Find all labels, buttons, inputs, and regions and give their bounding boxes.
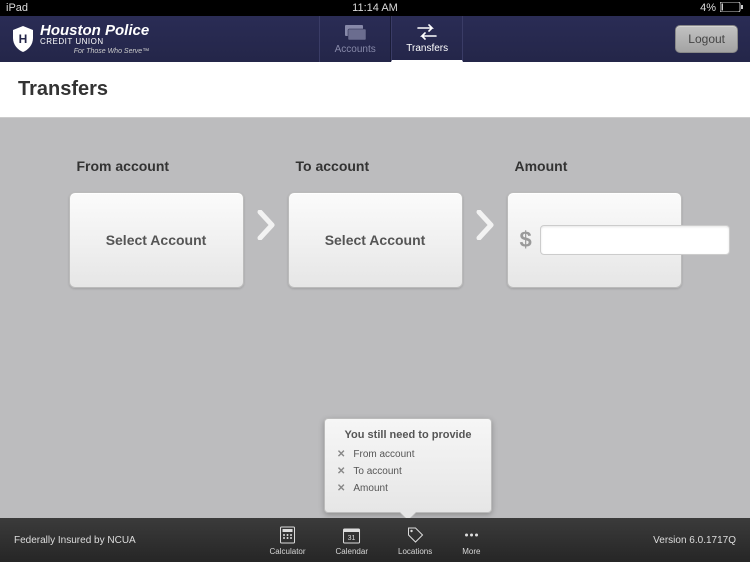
footer-more[interactable]: More <box>462 525 480 556</box>
svg-text:H: H <box>19 32 28 46</box>
brand-name: Houston Police <box>40 23 149 38</box>
more-icon <box>462 525 480 545</box>
chevron-right-icon <box>244 210 288 240</box>
footer-calculator[interactable]: Calculator <box>270 525 306 556</box>
amount-box: $ <box>507 192 682 288</box>
x-icon: ✕ <box>337 449 345 460</box>
tooltip-item-label: Amount <box>353 483 387 494</box>
amount-label: Amount <box>515 158 682 174</box>
x-icon: ✕ <box>337 466 345 477</box>
version-text: Version 6.0.1717Q <box>653 535 736 546</box>
calculator-icon <box>280 525 296 545</box>
clock: 11:14 AM <box>352 2 398 14</box>
footer-more-label: More <box>462 547 480 556</box>
currency-symbol: $ <box>520 227 532 253</box>
tooltip-item: ✕ To account <box>337 466 479 477</box>
tooltip-item: ✕ Amount <box>337 483 479 494</box>
nav-transfers-label: Transfers <box>406 43 448 54</box>
amount-step: Amount $ <box>507 158 682 288</box>
cards-icon <box>343 24 367 42</box>
footer-calendar[interactable]: 31 Calendar <box>336 525 368 556</box>
footer-locations-label: Locations <box>398 547 432 556</box>
main-content: From account Select Account To account S… <box>0 118 750 518</box>
validation-tooltip: You still need to provide ✕ From account… <box>324 418 492 513</box>
from-account-step: From account Select Account <box>69 158 244 288</box>
to-account-step: To account Select Account <box>288 158 463 288</box>
top-nav: Accounts Transfers <box>319 16 463 62</box>
footer: Federally Insured by NCUA Calculator 31 … <box>0 518 750 562</box>
tooltip-item-label: From account <box>353 449 414 460</box>
tooltip-item: ✕ From account <box>337 449 479 460</box>
status-bar: iPad 11:14 AM 4% <box>0 0 750 16</box>
brand-logo: H Houston Police CREDIT UNION For Those … <box>12 23 149 55</box>
from-account-placeholder: Select Account <box>106 232 207 248</box>
transfer-steps: From account Select Account To account S… <box>0 158 750 288</box>
title-bar: Transfers <box>0 62 750 118</box>
page-title: Transfers <box>18 78 108 101</box>
brand-tagline: For Those Who Serve™ <box>40 48 149 55</box>
insured-text: Federally Insured by NCUA <box>14 535 136 546</box>
battery-percent: 4% <box>700 2 716 14</box>
tooltip-item-label: To account <box>353 466 401 477</box>
brand-sub: CREDIT UNION <box>40 38 149 46</box>
footer-calculator-label: Calculator <box>270 547 306 556</box>
from-account-label: From account <box>77 158 244 174</box>
footer-menu: Calculator 31 Calendar Locations More <box>270 525 481 556</box>
battery-icon <box>720 2 744 15</box>
footer-locations[interactable]: Locations <box>398 525 432 556</box>
logout-button[interactable]: Logout <box>675 25 738 53</box>
app-header: H Houston Police CREDIT UNION For Those … <box>0 16 750 62</box>
chevron-right-icon <box>463 210 507 240</box>
tag-icon <box>406 525 424 545</box>
nav-transfers[interactable]: Transfers <box>391 16 463 62</box>
to-account-selector[interactable]: Select Account <box>288 192 463 288</box>
device-label: iPad <box>6 2 28 14</box>
svg-text:31: 31 <box>348 535 356 542</box>
transfers-icon <box>416 23 438 41</box>
shield-icon: H <box>12 26 34 52</box>
x-icon: ✕ <box>337 483 345 494</box>
amount-input[interactable] <box>540 225 730 255</box>
footer-calendar-label: Calendar <box>336 547 368 556</box>
battery-status: 4% <box>700 2 744 15</box>
from-account-selector[interactable]: Select Account <box>69 192 244 288</box>
to-account-label: To account <box>296 158 463 174</box>
nav-accounts[interactable]: Accounts <box>319 16 391 62</box>
calendar-icon: 31 <box>343 525 361 545</box>
nav-accounts-label: Accounts <box>335 44 376 55</box>
to-account-placeholder: Select Account <box>325 232 426 248</box>
tooltip-title: You still need to provide <box>337 429 479 441</box>
